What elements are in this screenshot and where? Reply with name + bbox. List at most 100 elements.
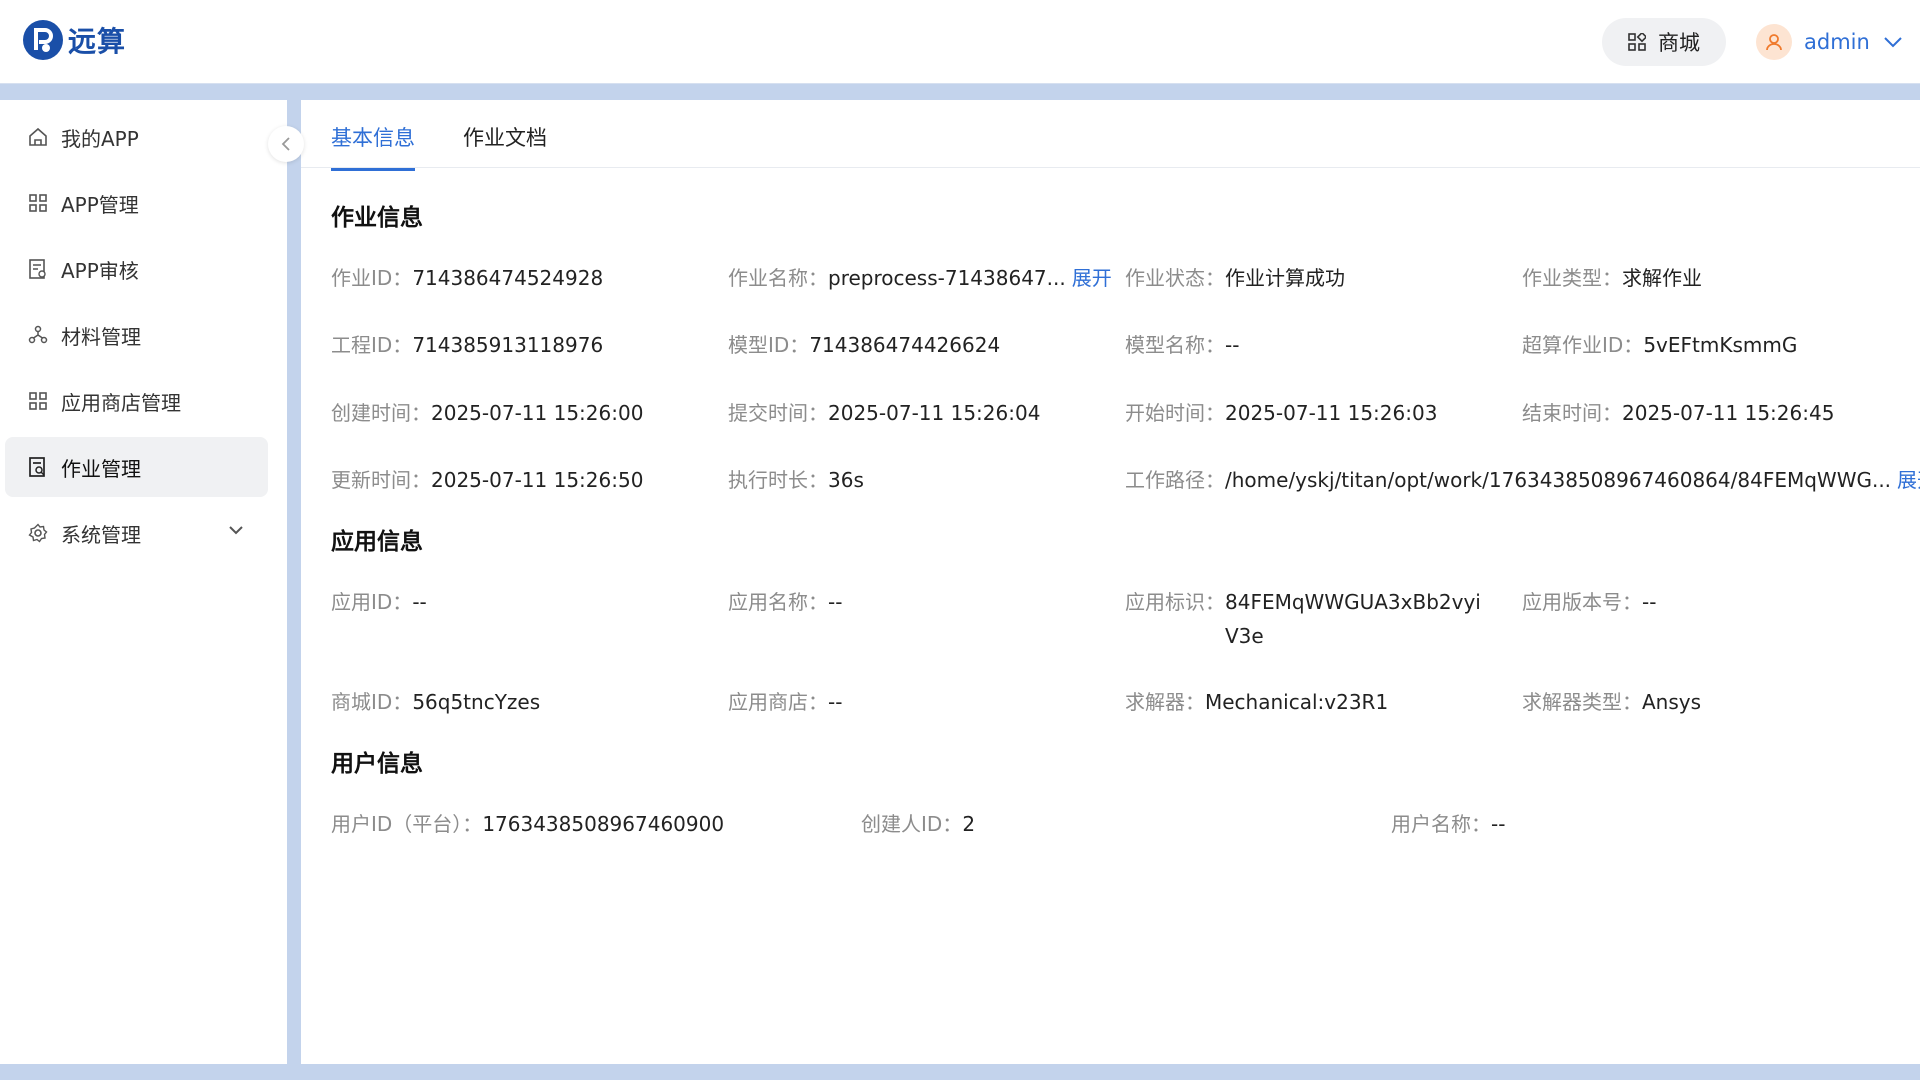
field-label: 作业状态： [1125,266,1225,290]
job-doc-icon [27,456,49,478]
field-value: 2 [962,812,976,836]
field-value: 2025-07-11 15:26:03 [1225,401,1438,425]
grid-icon [1628,33,1646,51]
field-label: 应用版本号： [1522,590,1642,614]
section-title-job: 作业信息 [331,205,423,231]
section-title-app: 应用信息 [331,529,423,555]
field-project-id: 工程ID： 714385913118976 [331,328,603,362]
field-value: 714385913118976 [412,333,604,357]
tab-bar: 基本信息 作业文档 [301,100,1920,171]
main-panel: 基本信息 作业文档 作业信息 作业ID： 714386474524928 作业名… [301,100,1920,1064]
gear-icon [27,522,49,544]
logo-text: 远算 [68,25,127,58]
sidebar-item-label: 我的APP [61,126,139,151]
field-label: 提交时间： [728,401,828,425]
sidebar-item-app-store-management[interactable]: 应用商店管理 [5,371,268,431]
field-platform-user-id: 用户ID（平台）： 1763438508967460900 [331,807,724,841]
grid-icon [27,192,49,214]
chevron-down-icon [229,526,243,535]
field-label: 模型ID： [728,333,810,357]
field-value: 2025-07-11 15:26:45 [1622,401,1835,425]
field-value: 714386474426624 [809,333,1001,357]
user-menu[interactable]: admin [1756,24,1902,60]
field-value: -- [1491,812,1506,836]
field-value: -- [412,590,427,614]
field-label: 应用商店： [728,690,828,714]
sidebar-collapse-button[interactable] [268,126,304,162]
sidebar-item-app-audit[interactable]: APP审核 [5,239,268,299]
sidebar-item-system-management[interactable]: 系统管理 [5,503,268,563]
logo[interactable]: 远算 [22,19,126,61]
field-app-name: 应用名称： -- [728,585,842,619]
field-user-name: 用户名称： -- [1391,807,1505,841]
sidebar-item-my-app[interactable]: 我的APP [5,107,268,167]
chevron-left-icon [281,137,290,151]
field-hpc-job-id: 超算作业ID： 5vEFtmKsmmG [1522,328,1797,362]
field-work-path: 工作路径： /home/yskj/titan/opt/work/17634385… [1125,463,1920,497]
field-value: 1763438508967460900 [482,812,725,836]
top-header: 远算 商城 admin [0,0,1920,84]
field-start-time: 开始时间： 2025-07-11 15:26:03 [1125,396,1437,430]
audit-doc-icon [27,258,49,280]
shop-button[interactable]: 商城 [1602,18,1726,66]
field-label: 商城ID： [331,690,413,714]
field-job-type: 作业类型： 求解作业 [1522,261,1702,295]
molecule-icon [27,324,49,346]
field-model-id: 模型ID： 714386474426624 [728,328,1000,362]
field-label: 作业类型： [1522,266,1622,290]
field-value: -- [1642,590,1657,614]
field-label: 用户ID（平台）： [331,812,483,836]
field-solver-type: 求解器类型： Ansys [1522,685,1701,719]
field-label: 更新时间： [331,468,431,492]
field-value: -- [1225,333,1240,357]
expand-link[interactable]: 展开 [1072,261,1112,295]
field-update-time: 更新时间： 2025-07-11 15:26:50 [331,463,643,497]
field-label: 求解器类型： [1522,690,1642,714]
field-label: 开始时间： [1125,401,1225,425]
section-title-user: 用户信息 [331,751,423,777]
tab-basic-info[interactable]: 基本信息 [331,122,415,171]
field-mall-id: 商城ID： 56q5tncYzes [331,685,540,719]
sidebar-item-label: 材料管理 [61,324,141,349]
tab-job-docs[interactable]: 作业文档 [463,122,547,168]
field-label: 应用标识： [1125,590,1225,614]
field-value: Mechanical:v23R1 [1205,690,1389,714]
field-value: 714386474524928 [412,266,604,290]
field-created-time: 创建时间： 2025-07-11 15:26:00 [331,396,643,430]
field-label: 工作路径： [1125,468,1225,492]
field-label: 应用ID： [331,590,413,614]
field-value: 2025-07-11 15:26:50 [431,468,644,492]
field-label: 求解器： [1125,690,1205,714]
sidebar-item-label: 系统管理 [61,522,141,547]
field-value: 84FEMqWWGUA3xBb2vyiV3e [1225,590,1481,648]
user-name: admin [1804,30,1870,54]
sidebar-item-label: APP管理 [61,192,139,217]
field-value: 5vEFtmKsmmG [1643,333,1798,357]
field-label: 创建人ID： [861,812,963,836]
home-icon [27,126,49,148]
field-creator-id: 创建人ID： 2 [861,807,975,841]
field-label: 结束时间： [1522,401,1622,425]
field-label: 执行时长： [728,468,828,492]
field-label: 超算作业ID： [1522,333,1644,357]
field-label: 作业名称： [728,266,828,290]
user-icon [1766,34,1782,51]
field-value: preprocess-71438647... [828,266,1066,290]
sidebar-item-label: 应用商店管理 [61,390,181,415]
field-job-name: 作业名称： preprocess-71438647... 展开 [728,261,1112,295]
field-value: 作业计算成功 [1225,266,1345,290]
sidebar-item-app-management[interactable]: APP管理 [5,173,268,233]
expand-link[interactable]: 展开 [1897,463,1920,497]
sidebar-item-job-management[interactable]: 作业管理 [5,437,268,497]
avatar [1756,24,1792,60]
field-value: -- [828,590,843,614]
field-value: 2025-07-11 15:26:00 [431,401,644,425]
field-value: 2025-07-11 15:26:04 [828,401,1041,425]
field-value: -- [828,690,843,714]
field-value: /home/yskj/titan/opt/work/17634385089674… [1225,468,1892,492]
field-label: 用户名称： [1391,812,1491,836]
field-app-store: 应用商店： -- [728,685,842,719]
field-job-id: 作业ID： 714386474524928 [331,261,603,295]
sidebar-item-materials[interactable]: 材料管理 [5,305,268,365]
field-job-status: 作业状态： 作业计算成功 [1125,261,1345,295]
